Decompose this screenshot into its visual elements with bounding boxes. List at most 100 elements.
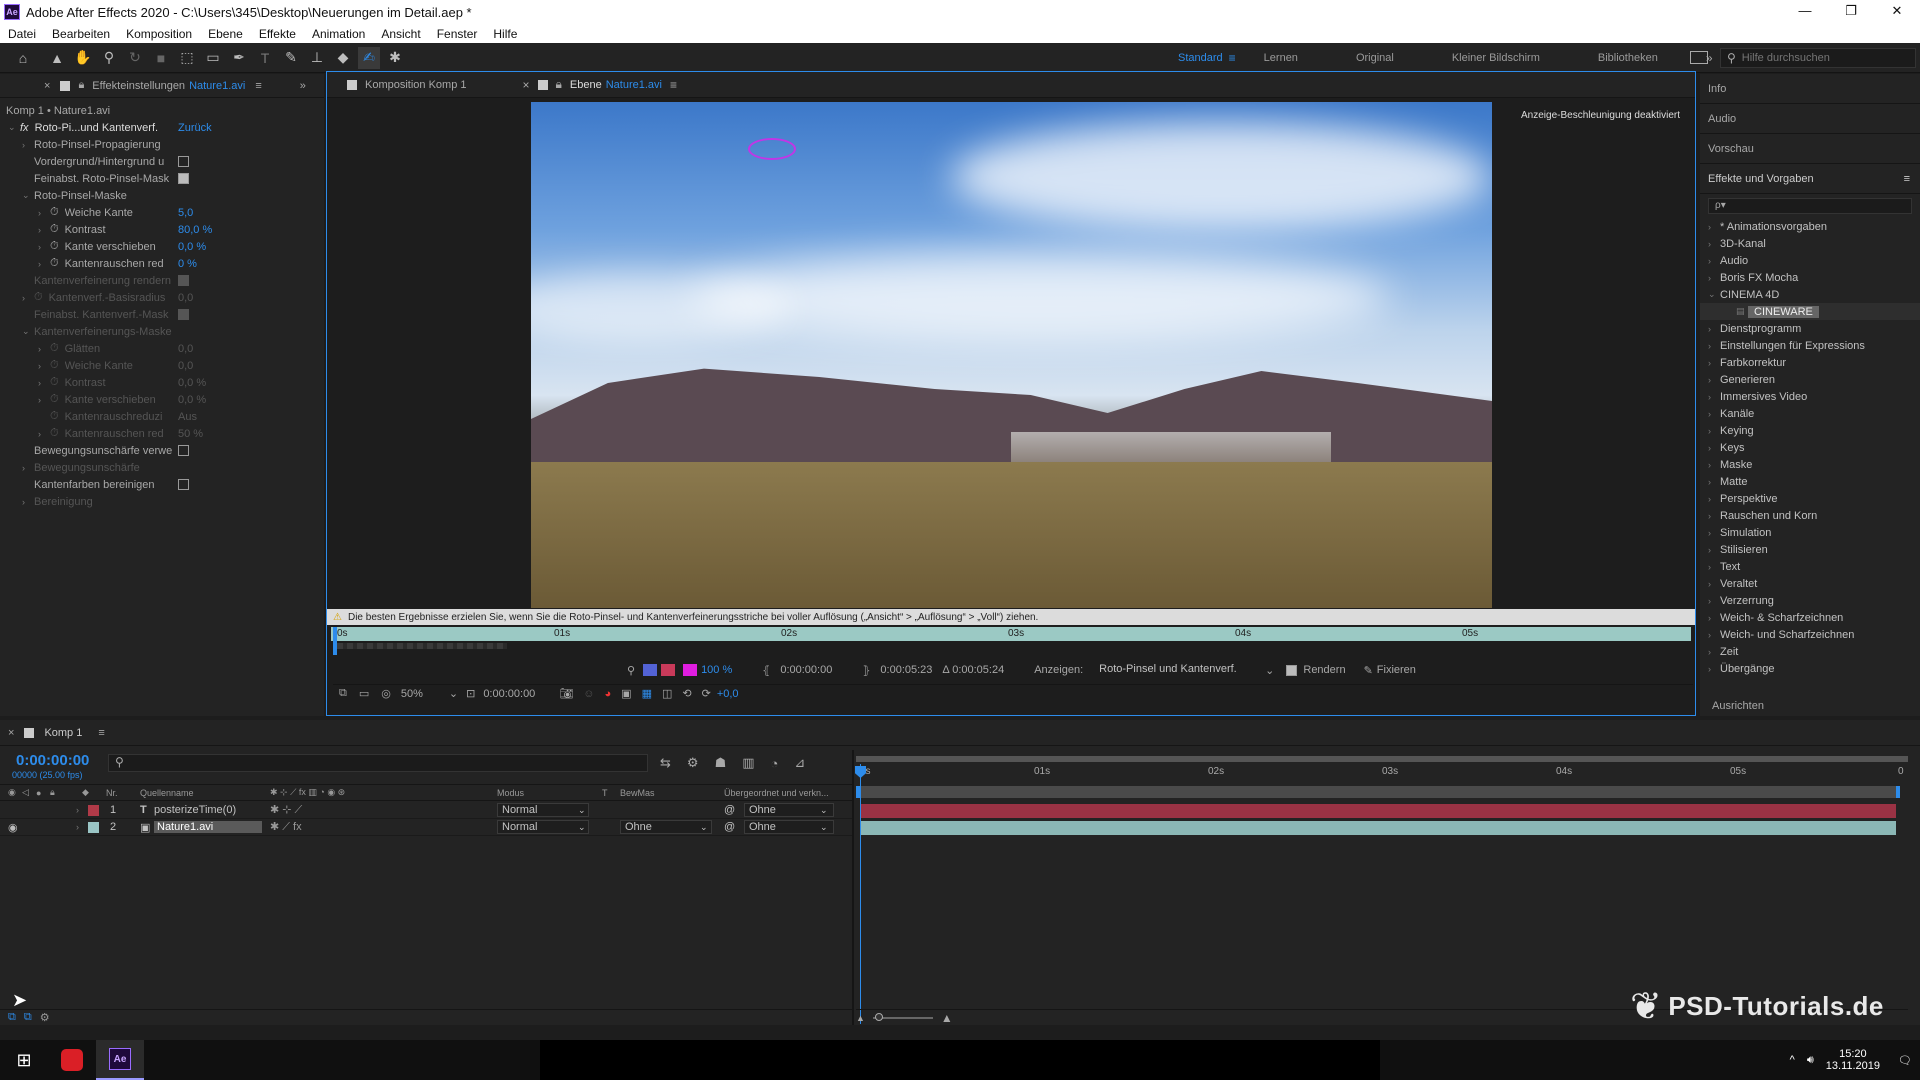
property-value[interactable]: 0,0 [178,292,193,304]
twirl-icon[interactable]: › [38,378,50,388]
effect-property-row[interactable]: › Bereinigung [0,493,324,510]
vr-icon[interactable]: ◎ [381,687,391,700]
fast-previews-icon[interactable]: ⟲ [682,687,691,700]
blend-mode-dropdown[interactable]: Normal [497,803,589,817]
workspace-kleiner-bildschirm[interactable]: Kleiner Bildschirm [1452,52,1540,64]
menu-komposition[interactable]: Komposition [126,27,192,41]
twirl-icon[interactable]: › [1708,375,1720,385]
menu-effekte[interactable]: Effekte [259,27,296,41]
effect-property-row[interactable]: › ⏱ Kante verschieben 0,0 % [0,391,324,408]
tray-chevron-icon[interactable]: ^ [1790,1054,1795,1066]
property-checkbox[interactable] [178,309,189,320]
menu-datei[interactable]: Datei [8,27,36,41]
stopwatch-icon[interactable]: ⏱ [50,240,59,253]
channel-red-icon[interactable] [661,664,676,676]
overlay-color-swatch[interactable] [683,664,698,676]
twirl-icon[interactable]: › [38,429,50,439]
twirl-icon[interactable]: › [22,497,34,507]
effects-category-item[interactable]: › Dienstprogramm [1700,320,1920,337]
effects-category-item[interactable]: › Rauschen und Korn [1700,507,1920,524]
property-checkbox[interactable] [178,479,189,490]
eraser-tool-icon[interactable]: ◆ [332,47,354,69]
effects-category-item[interactable]: › Einstellungen für Expressions [1700,337,1920,354]
notifications-icon[interactable]: 🗨︎ [1898,1054,1912,1067]
property-checkbox[interactable] [178,173,189,184]
region-of-interest-icon[interactable]: ▣ [621,687,631,700]
effect-icon[interactable]: ▤ [1736,306,1748,317]
timeline-ruler[interactable]: 0s01s02s03s04s05s0 [856,764,1908,784]
effects-category-item[interactable]: › 3D-Kanal [1700,235,1920,252]
frame-blending-icon[interactable]: ▥ [742,755,754,771]
stopwatch-icon[interactable]: ⏱ [50,223,59,236]
layer-search-input[interactable]: ⚲ [108,754,648,772]
track-matte-dropdown[interactable]: Ohne [620,820,712,834]
magnification-dropdown[interactable]: 50% [401,688,445,700]
align-panel-header[interactable]: Ausrichten [1712,700,1764,712]
chevron-down-icon[interactable]: ⌄ [700,822,708,833]
property-value[interactable]: 0 % [178,258,197,270]
twirl-icon[interactable]: › [1708,511,1720,521]
fx-icon[interactable]: fx [20,122,29,134]
workspace-bibliotheken[interactable]: Bibliotheken [1598,52,1658,64]
layer-footage-view[interactable] [531,102,1492,608]
twirl-icon[interactable]: › [1708,358,1720,368]
clone-stamp-tool-icon[interactable]: ⊥ [306,47,328,69]
twirl-icon[interactable]: › [1708,392,1720,402]
layer-name[interactable]: Nature1.avi [154,821,262,833]
in-point-time[interactable]: 0:00:00:00 [780,664,832,676]
stopwatch-icon[interactable]: ⏱ [50,376,59,389]
effect-property-row[interactable]: ⏱ Kantenrauschreduzi Aus [0,408,324,425]
effect-property-row[interactable]: Vordergrund/Hintergrund u [0,153,324,170]
property-value[interactable]: 0,0 % [178,241,206,253]
chevron-down-icon[interactable]: ⌄ [578,822,586,833]
rectangle-tool-icon[interactable]: ▭ [202,47,224,69]
twirl-icon[interactable]: › [38,259,50,269]
transparency-grid-icon[interactable]: ▦ [642,687,652,700]
layer-row[interactable]: ◉ › 2 ▣ Nature1.avi ✱ ⟋ fx Normal ⌄ Ohne ⌄ @ Ohne ⌄ [0,819,852,836]
effects-category-item[interactable]: › Perspektive [1700,490,1920,507]
effects-category-item[interactable]: › Boris FX Mocha [1700,269,1920,286]
out-point-time[interactable]: 0:00:05:23 [880,664,932,676]
property-value[interactable]: 50 % [178,428,203,440]
close-button[interactable]: ✕ [1874,0,1920,24]
stopwatch-icon[interactable]: ⏱ [50,359,59,372]
effects-category-item[interactable]: › Zeit [1700,643,1920,660]
freeze-icon[interactable]: ✎ [1364,664,1373,677]
channel-blue-icon[interactable] [643,664,658,676]
effects-category-item[interactable]: ⌄ CINEMA 4D [1700,286,1920,303]
twirl-icon[interactable]: › [1708,443,1720,453]
twirl-icon[interactable]: › [38,242,50,252]
effects-category-item[interactable]: › Keying [1700,422,1920,439]
effect-property-row[interactable]: › Roto-Pinsel-Propagierung [0,136,324,153]
help-search-input[interactable] [1741,52,1902,64]
menu-fenster[interactable]: Fenster [437,27,478,41]
label-color-swatch[interactable] [88,822,99,833]
layer-row[interactable]: › 1 TposterizeTime(0) ✱ ⊹ ⟋ Normal ⌄ @ Ohne ⌄ [0,802,852,819]
layer-switches-toggle-icon[interactable]: ⧉ [8,1011,16,1024]
after-effects-taskbar-icon[interactable]: Ae [96,1040,144,1080]
current-time[interactable]: 0:00:00:00 [483,688,535,700]
layer-twirl-icon[interactable]: › [76,822,79,832]
pickwhip-icon[interactable]: @ [724,821,735,833]
chevron-down-icon[interactable]: ⌄ [578,805,586,816]
zoom-in-icon[interactable]: ▲ [941,1011,953,1025]
twirl-icon[interactable]: › [22,463,34,473]
layer-tab[interactable]: Ebene [570,79,602,91]
effects-category-item[interactable]: › Audio [1700,252,1920,269]
lock-icon[interactable]: 🔒︎ [556,77,562,92]
layer-switch-icons[interactable]: ✱ ⊹ ⟋ [270,803,302,817]
effect-property-row[interactable]: Feinabst. Kantenverf.-Mask [0,306,324,323]
viewer-menu-icon[interactable]: ≡ [670,78,677,92]
timeline-zoom-slider[interactable] [872,1012,933,1021]
pen-tool-icon[interactable]: ✒ [228,47,250,69]
twirl-icon[interactable]: › [1708,545,1720,555]
twirl-icon[interactable]: › [1708,477,1720,487]
pickwhip-icon[interactable]: @ [724,804,735,816]
menu-animation[interactable]: Animation [312,27,365,41]
timecode[interactable]: 0:00:00:00 [16,752,89,769]
twirl-icon[interactable]: › [1708,460,1720,470]
property-checkbox[interactable] [178,275,189,286]
property-value[interactable]: 0,0 % [178,377,206,389]
property-value[interactable]: Aus [178,411,197,423]
twirl-icon[interactable]: › [1708,664,1720,674]
